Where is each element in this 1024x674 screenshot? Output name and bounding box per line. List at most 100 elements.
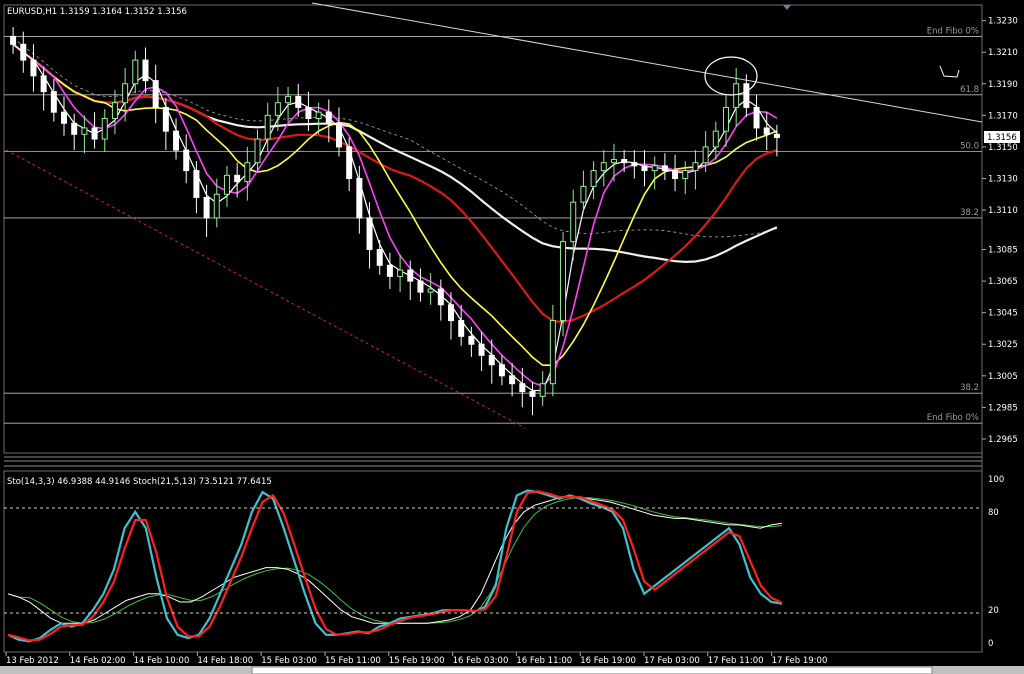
candle-body <box>600 162 607 172</box>
time-axis: 13 Feb 2012 14 Feb 02:00 14 Feb 10:00 14 Fe… <box>5 652 828 666</box>
candle-body <box>397 269 404 277</box>
candle-body <box>111 102 118 120</box>
time-tick-label: 15 Feb 11:00 <box>325 656 381 666</box>
candle-body <box>366 217 373 251</box>
candle-body <box>417 280 424 293</box>
current-price-text: 1.3156 <box>987 133 1017 143</box>
candle-body <box>244 162 251 183</box>
candle-body <box>672 170 679 179</box>
candle-body <box>50 91 57 113</box>
candle-body <box>661 165 668 172</box>
scroll-marker-icon[interactable] <box>783 5 791 10</box>
price-tick-label: 1.3170 <box>988 111 1018 121</box>
channel-trendline[interactable] <box>5 149 526 429</box>
candle-body <box>305 106 312 119</box>
time-tick-label: 17 Feb 03:00 <box>644 656 700 666</box>
candle-body <box>610 159 617 164</box>
candle-body <box>692 162 699 172</box>
candle-body <box>285 95 292 104</box>
price-tick-label: 1.3190 <box>988 80 1018 90</box>
candle-body <box>264 114 271 140</box>
time-tick-label: 17 Feb 19:00 <box>772 656 828 666</box>
candle-body <box>213 193 220 219</box>
price-tick-label: 1.3085 <box>988 246 1018 256</box>
candle-body <box>30 59 37 77</box>
stoch-tick-label: 0 <box>988 639 993 649</box>
candle-body <box>763 127 770 135</box>
candle-body <box>193 170 200 198</box>
candle-body <box>203 196 210 219</box>
candle-body <box>386 264 393 277</box>
candle-body <box>254 138 261 164</box>
candle-body <box>132 59 139 85</box>
time-tick-label: 15 Feb 19:00 <box>389 656 445 666</box>
candle-body <box>91 127 98 140</box>
candle-body <box>519 383 526 393</box>
candle-body <box>570 201 577 243</box>
candle-body <box>162 106 169 132</box>
candle-body <box>682 170 689 179</box>
main-chart-frame <box>3 4 983 454</box>
candle-body <box>223 174 230 195</box>
candle-body <box>325 111 332 124</box>
candle-body <box>407 269 414 282</box>
candle-body <box>40 75 47 93</box>
candle-body <box>173 130 180 151</box>
candle-body <box>20 43 27 61</box>
fibo-level-label: 50.0 <box>960 142 979 152</box>
candle-body <box>773 133 780 138</box>
candle-body <box>234 174 241 183</box>
time-tick-label: 17 Feb 11:00 <box>708 656 764 666</box>
fibo-level-label: 38.2 <box>960 383 979 393</box>
candle-body <box>488 354 495 366</box>
candle-body <box>509 375 516 385</box>
candle-body <box>274 102 281 116</box>
highlight-ellipse[interactable] <box>704 56 758 96</box>
time-tick-label: 14 Feb 18:00 <box>197 656 253 666</box>
candle-body <box>641 165 648 172</box>
time-tick-label: 14 Feb 02:00 <box>70 656 126 666</box>
candle-body <box>478 343 485 356</box>
price-tick-label: 1.3230 <box>988 17 1018 27</box>
mt4-chart-window[interactable]: End Fibo 0% 61.8 50.0 38.2 38.2 End Fibo 0% 1… <box>0 0 1024 674</box>
candle-body <box>101 118 108 140</box>
time-tick-label: 15 Feb 03:00 <box>261 656 317 666</box>
price-candles <box>10 26 780 416</box>
fibo-level-label: End Fibo 0% <box>927 26 979 36</box>
candle-body <box>61 111 68 124</box>
stoch-tick-label: 80 <box>988 508 999 518</box>
stoch-tick-label: 100 <box>988 475 1004 485</box>
candle-body <box>560 241 567 322</box>
candle-body <box>580 185 587 203</box>
candle-body <box>722 106 729 132</box>
candle-body <box>356 177 363 219</box>
candle-body <box>315 111 322 120</box>
candle-body <box>590 170 597 187</box>
candle-body <box>539 383 546 397</box>
candle-body <box>498 364 505 377</box>
stoch-slow-signal-line <box>7 497 783 624</box>
candle-body <box>468 335 475 345</box>
stoch-signal-line <box>7 490 783 642</box>
chart-tab-active[interactable] <box>251 666 933 674</box>
time-tick-label: 16 Feb 03:00 <box>453 656 509 666</box>
candle-body <box>71 122 78 135</box>
price-tick-label: 1.3025 <box>988 340 1018 350</box>
candle-body <box>437 288 444 306</box>
price-tick-label: 1.3210 <box>988 48 1018 58</box>
stoch-axis: 100 80 20 0 <box>988 475 1004 649</box>
hand-drawn-mark <box>939 65 960 78</box>
candle-body <box>753 106 760 129</box>
candle-body <box>448 304 455 322</box>
candle-body <box>743 83 750 108</box>
candle-body <box>733 83 740 108</box>
resistance-trendline[interactable] <box>311 2 983 123</box>
candle-body <box>458 320 465 337</box>
price-axis: 1.3230 1.3210 1.3190 1.3170 1.3150 1.3130 1.31… <box>982 17 1018 445</box>
price-tick-label: 1.2965 <box>988 435 1018 445</box>
candle-body <box>549 320 556 385</box>
fibo-level-label: 61.8 <box>960 85 979 95</box>
fibo-level-label: End Fibo 0% <box>927 413 979 423</box>
price-tick-label: 1.2985 <box>988 403 1018 413</box>
candle-body <box>142 59 149 82</box>
